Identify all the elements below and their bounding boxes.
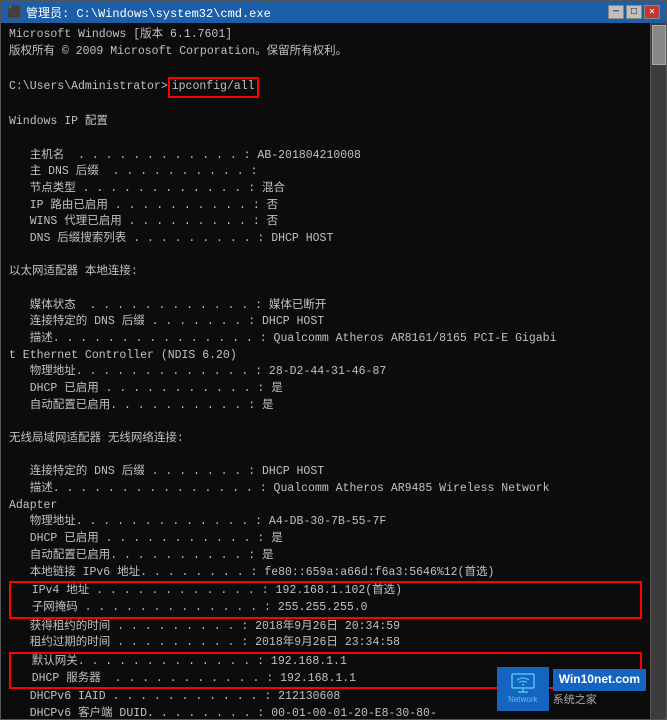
minimize-button[interactable]: ─ [608,5,624,19]
network-icon [508,672,538,696]
line-2: 版权所有 © 2009 Microsoft Corporation。保留所有权利… [9,44,658,61]
line-1: Microsoft Windows [版本 6.1.7601] [9,27,658,44]
line-10: 节点类型 . . . . . . . . . . . . : 混合 [9,181,658,198]
title-bar: ⬛ 管理员: C:\Windows\system32\cmd.exe ─ □ ✕ [1,1,666,23]
line-9: 主 DNS 后缀 . . . . . . . . . . : [9,164,658,181]
line-ipv4: IPv4 地址 . . . . . . . . . . . . : 192.16… [11,583,640,600]
line-12: WINS 代理已启用 . . . . . . . . . : 否 [9,214,658,231]
cmd-highlight: ipconfig/all [168,77,259,98]
line-21: 物理地址. . . . . . . . . . . . . : 28-D2-44… [9,364,658,381]
line-24 [9,414,658,431]
line-17: 媒体状态 . . . . . . . . . . . . : 媒体已断开 [9,298,658,315]
network-icon-box: Network [497,667,549,711]
line-30: 物理地址. . . . . . . . . . . . . : A4-DB-30… [9,514,658,531]
line-18: 连接特定的 DNS 后缀 . . . . . . . : DHCP HOST [9,314,658,331]
line-6: Windows IP 配置 [9,114,658,131]
line-8: 主机名 . . . . . . . . . . . . : AB-2018042… [9,148,658,165]
line-29: Adapter [9,498,658,515]
scrollbar[interactable] [650,23,666,719]
cmd-window: ⬛ 管理员: C:\Windows\system32\cmd.exe ─ □ ✕… [0,0,667,720]
maximize-button[interactable]: □ [626,5,642,19]
line-20: t Ethernet Controller (NDIS 6.20) [9,348,658,365]
line-36: 获得租约的时间 . . . . . . . . . : 2018年9月26日 2… [9,619,658,636]
network-label: Network [508,694,537,706]
window-title: 管理员: C:\Windows\system32\cmd.exe [26,4,271,21]
line-subnet: 子网掩码 . . . . . . . . . . . . . : 255.255… [11,600,640,617]
title-bar-left: ⬛ 管理员: C:\Windows\system32\cmd.exe [7,4,271,21]
line-26 [9,448,658,465]
line-7 [9,131,658,148]
title-icon: ⬛ [7,5,22,20]
line-32: 自动配置已启用. . . . . . . . . . : 是 [9,548,658,565]
line-14 [9,248,658,265]
line-5 [9,98,658,115]
ipv4-highlight-box: IPv4 地址 . . . . . . . . . . . . : 192.16… [9,581,642,618]
line-19: 描述. . . . . . . . . . . . . . . : Qualco… [9,331,658,348]
watermark-subtext: 系统之家 [553,691,597,709]
line-25: 无线局域网适配器 无线网络连接: [9,431,658,448]
line-37: 租约过期的时间 . . . . . . . . . : 2018年9月26日 2… [9,635,658,652]
line-13: DNS 后缀搜索列表 . . . . . . . . . : DHCP HOST [9,231,658,248]
line-31: DHCP 已启用 . . . . . . . . . . . : 是 [9,531,658,548]
terminal-body: Microsoft Windows [版本 6.1.7601] 版权所有 © 2… [1,23,666,719]
title-bar-controls[interactable]: ─ □ ✕ [608,5,660,19]
close-button[interactable]: ✕ [644,5,660,19]
scrollbar-thumb[interactable] [652,25,666,65]
watermark: Network Win10net.com 系统之家 [497,667,646,711]
line-27: 连接特定的 DNS 后缀 . . . . . . . : DHCP HOST [9,464,658,481]
line-22: DHCP 已启用 . . . . . . . . . . . : 是 [9,381,658,398]
line-11: IP 路由已启用 . . . . . . . . . . : 否 [9,198,658,215]
line-28: 描述. . . . . . . . . . . . . . . : Qualco… [9,481,658,498]
line-16 [9,281,658,298]
line-33: 本地链接 IPv6 地址. . . . . . . . : fe80::659a… [9,565,658,582]
line-23: 自动配置已启用. . . . . . . . . . : 是 [9,398,658,415]
brand-logo: Win10net.com [553,669,646,690]
line-15: 以太网适配器 本地连接: [9,264,658,281]
line-cmd: C:\Users\Administrator>ipconfig/all [9,77,658,98]
line-3 [9,60,658,77]
